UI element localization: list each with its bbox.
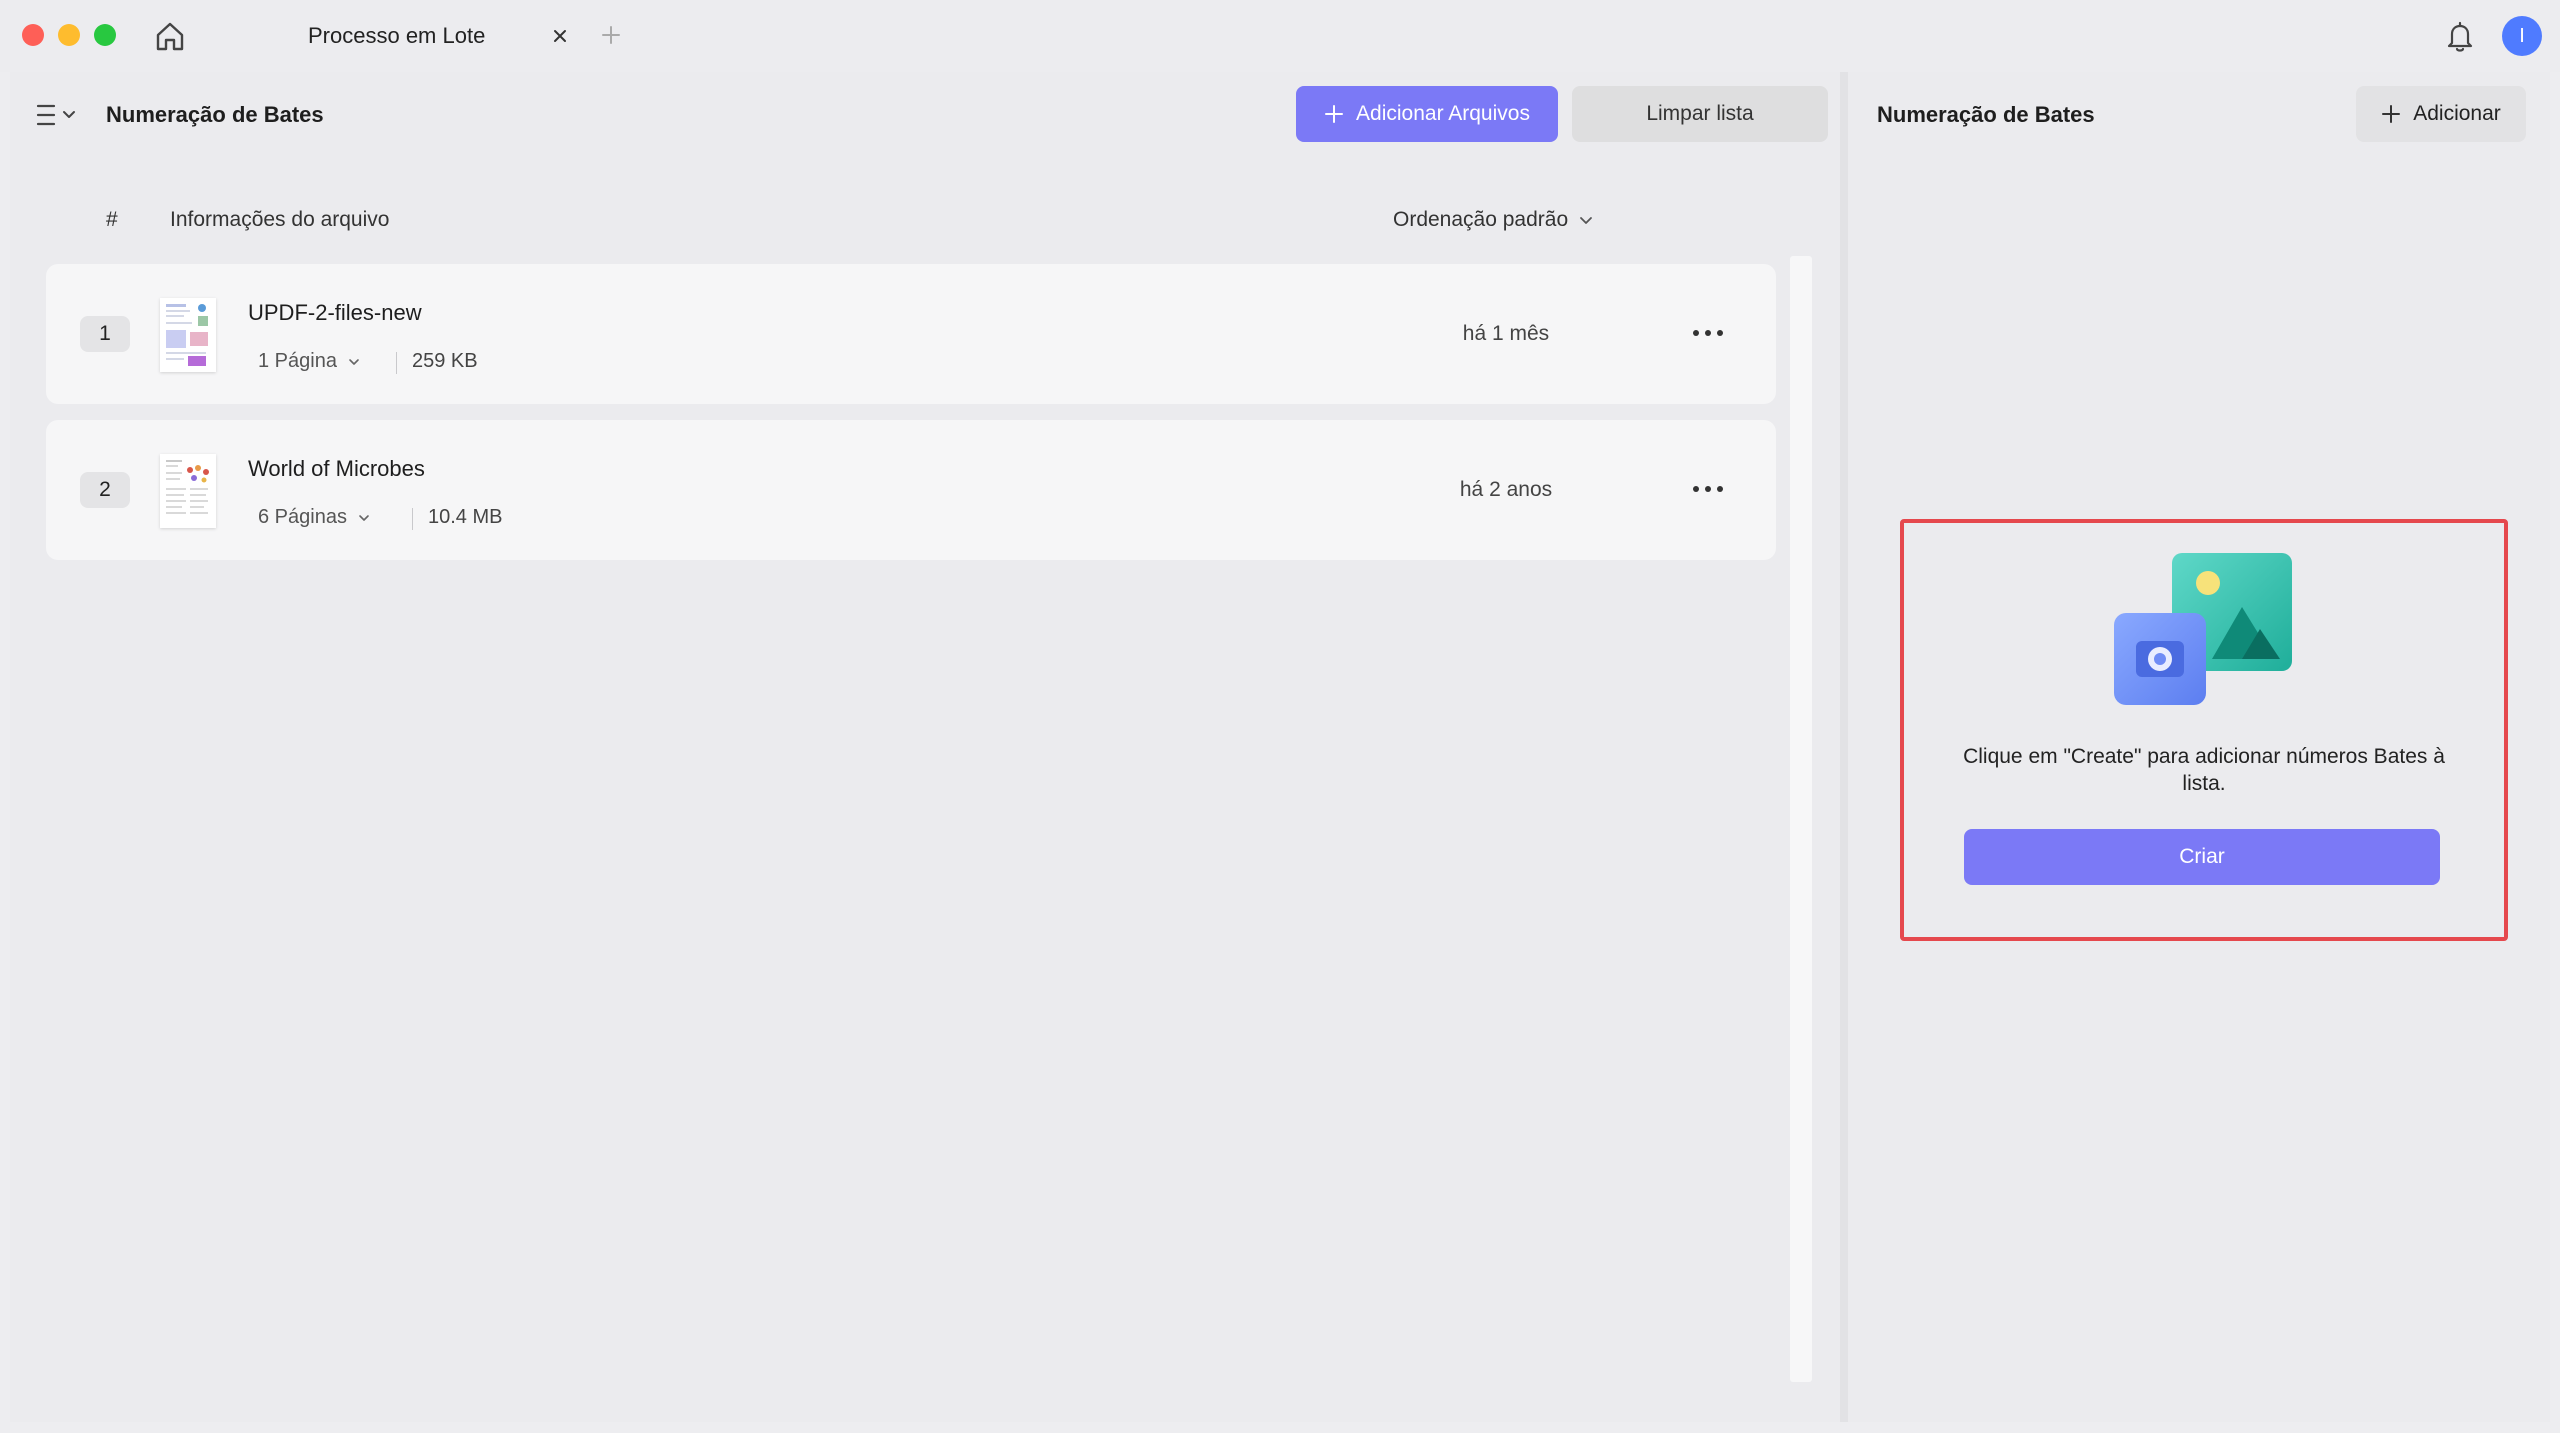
row-number: 2	[80, 472, 130, 508]
clear-list-label: Limpar lista	[1646, 102, 1754, 125]
divider	[412, 508, 413, 530]
panel-divider	[1840, 72, 1848, 1422]
add-bates-label: Adicionar	[2413, 102, 2501, 125]
tab-processo-em-lote[interactable]: Processo em Lote	[258, 10, 578, 62]
column-header-number: #	[106, 208, 118, 231]
row-number: 1	[80, 316, 130, 352]
file-list-panel: Numeração de Bates Adicionar Arquivos Li…	[10, 72, 1840, 1422]
file-size: 10.4 MB	[428, 506, 503, 528]
image-placeholder-icon	[2102, 549, 2302, 709]
close-window-button[interactable]	[22, 24, 44, 46]
maximize-window-button[interactable]	[94, 24, 116, 46]
file-name: UPDF-2-files-new	[248, 300, 422, 325]
menu-toggle-icon[interactable]	[34, 98, 84, 132]
bates-panel: Numeração de Bates Adicionar Clique em "…	[1848, 72, 2550, 1422]
table-row[interactable]: 2 World of Microbes 6 Páginas 10.4 MB há…	[46, 420, 1776, 560]
empty-state-highlight: Clique em "Create" para adicionar número…	[1900, 519, 2508, 941]
clear-list-button[interactable]: Limpar lista	[1572, 86, 1828, 142]
more-options-icon[interactable]	[1686, 318, 1730, 348]
page-title: Numeração de Bates	[106, 102, 324, 127]
sort-dropdown[interactable]: Ordenação padrão	[1393, 208, 1594, 232]
more-options-icon[interactable]	[1686, 474, 1730, 504]
chevron-down-icon	[1580, 217, 1593, 224]
title-bar: Processo em Lote I	[0, 0, 2560, 72]
file-thumbnail	[160, 298, 216, 372]
page-count: 1 Página	[258, 350, 337, 372]
file-date: há 1 mês	[1462, 322, 1550, 345]
home-icon[interactable]	[152, 18, 188, 54]
empty-state-message: Clique em "Create" para adicionar número…	[1963, 745, 2445, 795]
file-name: World of Microbes	[248, 456, 425, 481]
table-row[interactable]: 1 UPDF-2-files-new 1 Página 259 KB há 1 …	[46, 264, 1776, 404]
scrollbar[interactable]	[1790, 256, 1812, 1382]
add-files-label: Adicionar Arquivos	[1356, 102, 1530, 125]
page-count-dropdown[interactable]: 6 Páginas	[258, 506, 371, 529]
bates-panel-title: Numeração de Bates	[1877, 102, 2095, 127]
create-label: Criar	[2179, 845, 2225, 868]
create-button[interactable]: Criar	[1964, 829, 2440, 885]
tab-title: Processo em Lote	[308, 23, 486, 48]
add-files-button[interactable]: Adicionar Arquivos	[1296, 86, 1558, 142]
close-tab-icon[interactable]	[546, 22, 574, 50]
column-header-file-info: Informações do arquivo	[170, 208, 390, 231]
plus-icon	[2382, 105, 2401, 123]
notification-bell-icon[interactable]	[2440, 16, 2480, 56]
minimize-window-button[interactable]	[58, 24, 80, 46]
chevron-down-icon	[359, 514, 369, 521]
page-count: 6 Páginas	[258, 506, 347, 528]
divider	[396, 352, 397, 374]
chevron-down-icon	[349, 358, 359, 365]
new-tab-icon[interactable]	[598, 22, 624, 48]
add-bates-button[interactable]: Adicionar	[2356, 86, 2526, 142]
file-date: há 2 anos	[1459, 478, 1553, 501]
file-thumbnail	[160, 454, 216, 528]
page-count-dropdown[interactable]: 1 Página	[258, 350, 361, 373]
avatar[interactable]: I	[2502, 16, 2542, 56]
sort-label: Ordenação padrão	[1393, 208, 1569, 231]
plus-icon	[1325, 105, 1344, 123]
file-size: 259 KB	[412, 350, 478, 372]
